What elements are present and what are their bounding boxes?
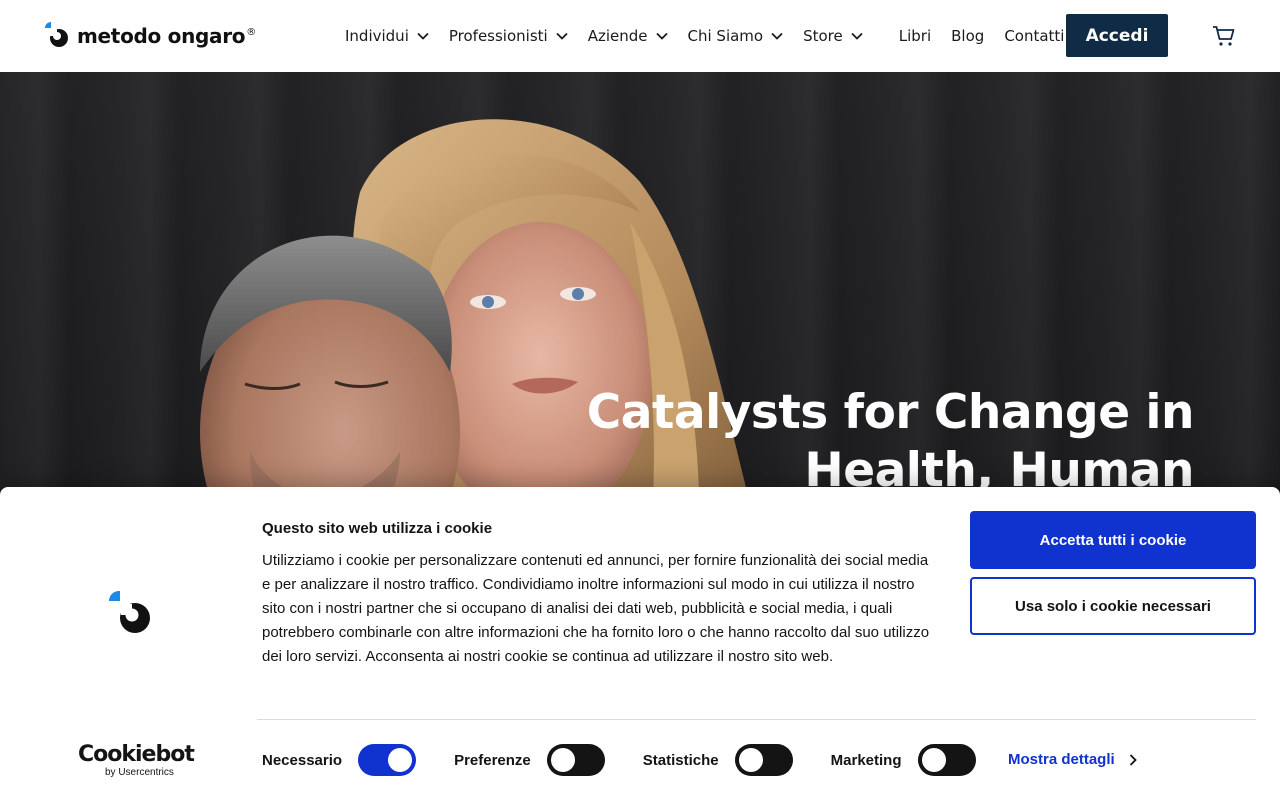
cookie-consent-banner: Questo sito web utilizza i cookie Utiliz…	[0, 487, 1280, 800]
cookiebot-name: Cookiebot	[78, 742, 195, 767]
marketing-toggle[interactable]	[917, 744, 976, 776]
toggle-group-marketing: Marketing	[831, 744, 976, 776]
cookiebot-logo: Cookiebot by Usercentrics	[78, 742, 195, 779]
statistics-toggle[interactable]	[734, 744, 793, 776]
nav-label: Store	[803, 27, 843, 45]
nav-item-contatti[interactable]: Contatti	[1004, 27, 1064, 45]
toggle-label: Necessario	[262, 751, 343, 769]
hero-title: Catalysts for Change in Health, Human	[586, 385, 1195, 498]
chevron-right-icon	[1129, 753, 1137, 766]
toggle-group-preferences: Preferenze	[454, 744, 605, 776]
nav-label: Contatti	[1004, 27, 1065, 45]
show-details-label: Mostra dettagli	[1008, 751, 1115, 768]
chevron-down-icon	[556, 32, 568, 40]
nav-label: Blog	[951, 27, 985, 45]
nav-label: Aziende	[587, 27, 648, 45]
site-header: metodo ongaro® Individui Professionisti …	[0, 0, 1280, 72]
main-nav: Individui Professionisti Aziende Chi Sia…	[345, 0, 1084, 72]
chevron-down-icon	[417, 32, 429, 40]
cookiebot-sub: by Usercentrics	[105, 767, 174, 778]
cookie-category-toggles: Necessario Preferenze Statistiche Market…	[262, 743, 1014, 777]
necessary-cookies-only-button[interactable]: Usa solo i cookie necessari	[970, 577, 1256, 635]
toggle-knob	[550, 748, 575, 772]
logo-mark-icon	[45, 22, 68, 47]
accept-all-cookies-button[interactable]: Accetta tutti i cookie	[970, 511, 1256, 569]
toggle-group-statistics: Statistiche	[643, 744, 793, 776]
toggle-knob	[921, 748, 946, 772]
nav-label: Libri	[898, 27, 932, 45]
brand-logo[interactable]: metodo ongaro®	[40, 20, 256, 50]
nav-item-chi-siamo[interactable]: Chi Siamo	[688, 27, 784, 45]
toggle-label: Marketing	[830, 751, 902, 769]
toggle-group-necessary: Necessario	[262, 744, 417, 776]
nav-label: Professionisti	[448, 27, 548, 45]
nav-item-libri[interactable]: Libri	[899, 27, 931, 45]
nav-item-aziende[interactable]: Aziende	[588, 27, 668, 45]
necessary-toggle[interactable]	[358, 744, 417, 776]
nav-item-blog[interactable]: Blog	[951, 27, 984, 45]
preferences-toggle[interactable]	[546, 744, 605, 776]
show-details-link[interactable]: Mostra dettagli	[1008, 751, 1137, 768]
cookie-description: Utilizziamo i cookie per personalizzare …	[262, 552, 930, 665]
nav-item-store[interactable]: Store	[803, 27, 863, 45]
login-button[interactable]: Accedi	[1066, 14, 1168, 57]
toggle-knob	[738, 748, 763, 772]
chevron-down-icon	[771, 32, 783, 40]
nav-item-professionisti[interactable]: Professionisti	[449, 27, 568, 45]
toggle-label: Preferenze	[454, 751, 531, 769]
toggle-knob	[388, 748, 413, 772]
nav-item-individui[interactable]: Individui	[345, 27, 429, 45]
nav-label: Individui	[345, 27, 409, 45]
nav-label: Chi Siamo	[687, 27, 764, 45]
brand-name: metodo ongaro®	[77, 24, 256, 48]
toggle-label: Statistiche	[642, 751, 719, 769]
cookie-divider	[257, 719, 1256, 720]
cart-icon[interactable]	[1212, 24, 1236, 48]
cookie-title: Questo sito web utilizza i cookie	[262, 520, 493, 537]
chevron-down-icon	[851, 32, 863, 40]
chevron-down-icon	[655, 32, 668, 40]
cookie-brand-logo-icon	[108, 590, 150, 633]
